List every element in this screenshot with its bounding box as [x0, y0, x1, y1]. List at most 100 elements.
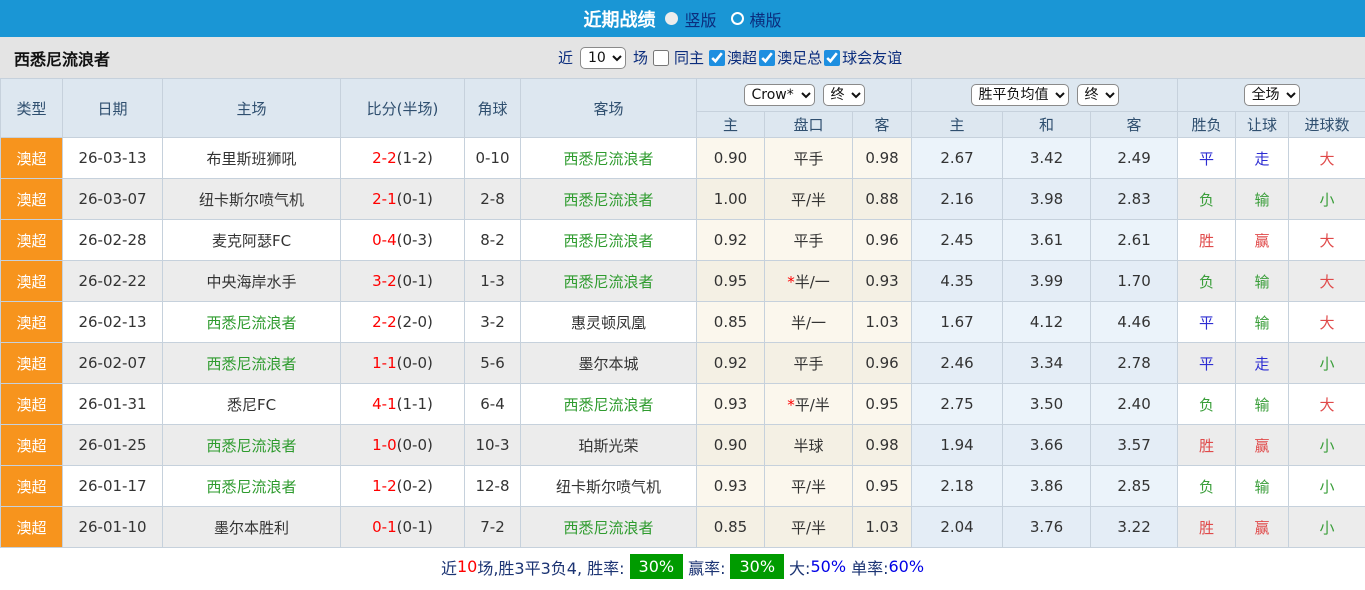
handicap-line: 半球 [765, 425, 853, 466]
view-option-selected[interactable]: 竖版 [665, 7, 716, 31]
page-title: 近期战绩 [583, 6, 655, 32]
view-option-label: 横版 [750, 7, 782, 31]
away-team: 西悉尼流浪者 [521, 261, 697, 302]
handicap-line: 平/半 [765, 466, 853, 507]
summary-segment: 近 [441, 555, 457, 579]
sub-header-avg-home: 主 [912, 112, 1003, 138]
summary-segment: 单率: [846, 555, 888, 579]
handicap-result-cell: 赢 [1236, 507, 1289, 548]
match-date: 26-01-10 [63, 507, 163, 548]
avg-draw-odds: 3.61 [1003, 220, 1091, 261]
table-row: 澳超26-02-13西悉尼流浪者2-2(2-0)3-2惠灵顿凤凰0.85半/一1… [1, 302, 1365, 343]
summary-footer: 近10场,胜3平3负4, 胜率:30%赢率:30%大:50% 单率:60% [0, 548, 1365, 585]
handicap-line: 平手 [765, 220, 853, 261]
bookmaker-time-select[interactable]: 终 [823, 84, 865, 106]
match-date: 26-03-07 [63, 179, 163, 220]
sub-header-handicap-result: 让球 [1236, 112, 1289, 138]
avg-away-odds: 2.49 [1091, 138, 1178, 179]
team-name-heading: 西悉尼流浪者 [14, 37, 110, 78]
goals-result-cell: 小 [1289, 466, 1365, 507]
match-date: 26-02-28 [63, 220, 163, 261]
away-team: 西悉尼流浪者 [521, 507, 697, 548]
handicap-away-odds: 1.03 [853, 507, 912, 548]
changed-line-star: * [787, 396, 795, 414]
avg-draw-odds: 3.34 [1003, 343, 1091, 384]
home-team: 西悉尼流浪者 [163, 425, 341, 466]
home-team: 中央海岸水手 [163, 261, 341, 302]
col-header-away: 客场 [521, 79, 697, 138]
competition-checkbox[interactable] [759, 50, 775, 66]
competition-filters: 澳超澳足总球会友谊 [707, 47, 902, 68]
avg-draw-odds: 3.50 [1003, 384, 1091, 425]
full-time-score: 0-1 [372, 518, 397, 536]
goals-result-cell: 大 [1289, 261, 1365, 302]
result-cell: 负 [1178, 384, 1236, 425]
league-badge: 澳超 [1, 343, 63, 384]
handicap-home-odds: 0.92 [697, 343, 765, 384]
away-team: 西悉尼流浪者 [521, 384, 697, 425]
sub-header-handicap-home: 主 [697, 112, 765, 138]
home-team: 纽卡斯尔喷气机 [163, 179, 341, 220]
filters-group: 近 10 场 同主 澳超澳足总球会友谊 [558, 37, 902, 78]
handicap-line: 平手 [765, 138, 853, 179]
match-date: 26-02-07 [63, 343, 163, 384]
radio-icon [665, 12, 678, 25]
league-badge: 澳超 [1, 138, 63, 179]
handicap-result-cell: 输 [1236, 384, 1289, 425]
avg-draw-odds: 3.86 [1003, 466, 1091, 507]
handicap-result-cell: 输 [1236, 466, 1289, 507]
handicap-home-odds: 0.92 [697, 220, 765, 261]
handicap-away-odds: 0.93 [853, 261, 912, 302]
home-team: 墨尔本胜利 [163, 507, 341, 548]
handicap-home-odds: 0.85 [697, 507, 765, 548]
corner-score: 8-2 [465, 220, 521, 261]
col-header-home: 主场 [163, 79, 341, 138]
avg-draw-odds: 3.66 [1003, 425, 1091, 466]
goals-result-cell: 大 [1289, 138, 1365, 179]
competition-checkbox[interactable] [709, 50, 725, 66]
corner-score: 7-2 [465, 507, 521, 548]
table-row: 澳超26-01-25西悉尼流浪者1-0(0-0)10-3珀斯光荣0.90半球0.… [1, 425, 1365, 466]
league-badge: 澳超 [1, 466, 63, 507]
half-time-score: (0-0) [397, 354, 433, 372]
handicap-away-odds: 0.95 [853, 466, 912, 507]
avg-time-select[interactable]: 终 [1077, 84, 1119, 106]
same-venue-label: 同主 [674, 47, 704, 68]
recent-count-select[interactable]: 10 [580, 47, 626, 69]
league-badge: 澳超 [1, 179, 63, 220]
handicap-home-odds: 1.00 [697, 179, 765, 220]
bookmaker-select[interactable]: Crow* [744, 84, 815, 106]
goals-result-cell: 小 [1289, 179, 1365, 220]
avg-draw-odds: 3.76 [1003, 507, 1091, 548]
view-option-unselected[interactable]: 横版 [731, 7, 782, 31]
avg-odds-select[interactable]: 胜平负均值 [971, 84, 1069, 106]
corner-score: 10-3 [465, 425, 521, 466]
score-cell: 0-4(0-3) [341, 220, 465, 261]
half-time-score: (0-0) [397, 436, 433, 454]
sub-header-avg-away: 客 [1091, 112, 1178, 138]
goals-result-cell: 大 [1289, 220, 1365, 261]
summary-segment: 30% [730, 554, 784, 579]
corner-score: 1-3 [465, 261, 521, 302]
fullmatch-group-header: 全场 [1178, 79, 1365, 112]
fullmatch-select[interactable]: 全场 [1244, 84, 1300, 106]
away-team: 惠灵顿凤凰 [521, 302, 697, 343]
summary-segment: 场,胜3平3负4, 胜率: [477, 555, 624, 579]
table-row: 澳超26-01-10墨尔本胜利0-1(0-1)7-2西悉尼流浪者0.85平/半1… [1, 507, 1365, 548]
handicap-home-odds: 0.90 [697, 138, 765, 179]
goals-result-cell: 小 [1289, 425, 1365, 466]
handicap-line: *半/一 [765, 261, 853, 302]
avg-home-odds: 2.04 [912, 507, 1003, 548]
handicap-result-cell: 输 [1236, 179, 1289, 220]
home-team: 悉尼FC [163, 384, 341, 425]
competition-label: 澳足总 [777, 47, 822, 68]
match-date: 26-02-22 [63, 261, 163, 302]
view-option-label: 竖版 [684, 7, 716, 31]
table-row: 澳超26-02-07西悉尼流浪者1-1(0-0)5-6墨尔本城0.92平手0.9… [1, 343, 1365, 384]
match-date: 26-01-17 [63, 466, 163, 507]
same-venue-checkbox[interactable] [653, 50, 669, 66]
competition-checkbox[interactable] [824, 50, 840, 66]
handicap-away-odds: 0.96 [853, 220, 912, 261]
avg-home-odds: 2.16 [912, 179, 1003, 220]
handicap-line: 平手 [765, 343, 853, 384]
